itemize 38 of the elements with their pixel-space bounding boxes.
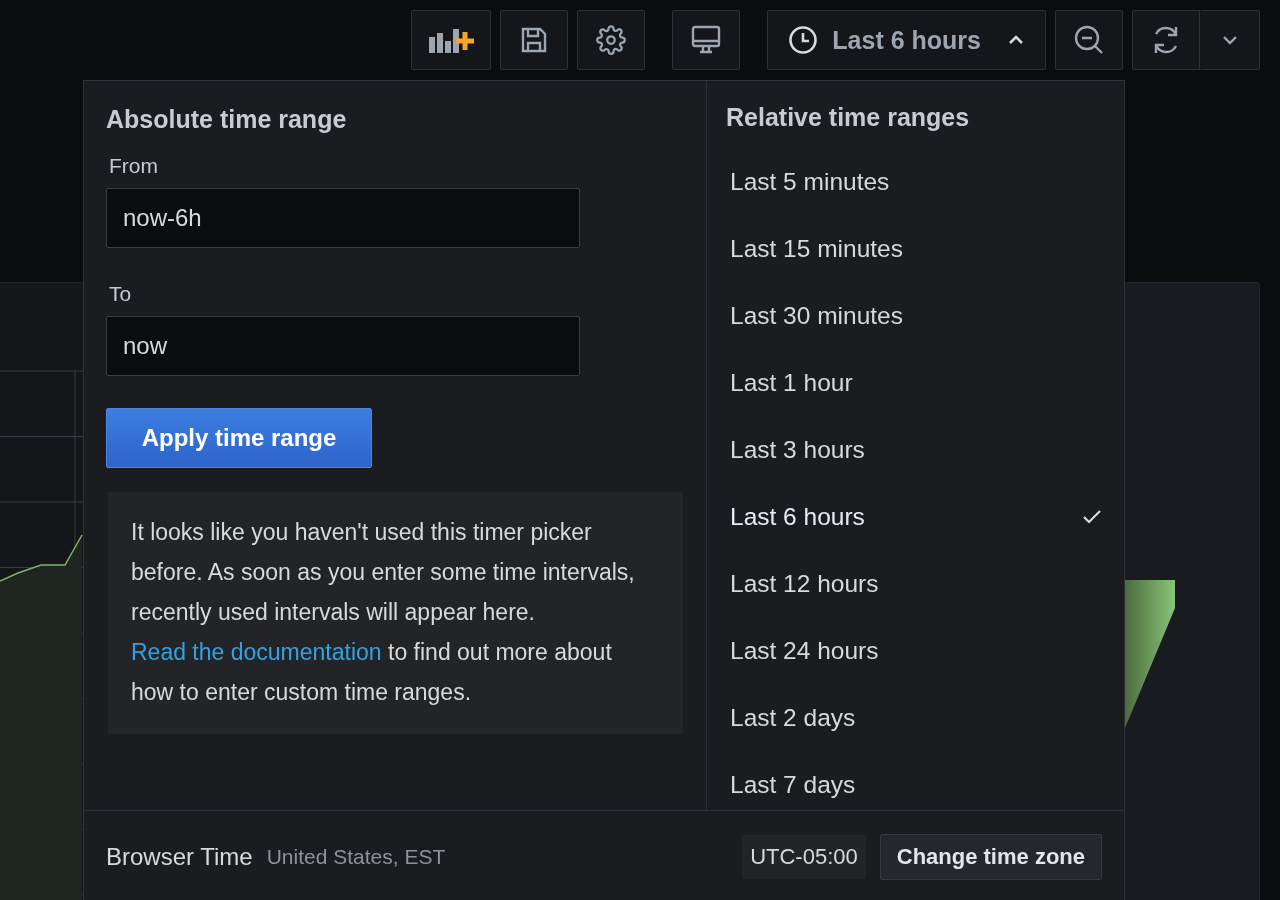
refresh-button[interactable] bbox=[1132, 10, 1200, 70]
time-range-option[interactable]: Last 24 hours bbox=[707, 617, 1124, 684]
bar-chart-plus-icon bbox=[427, 27, 476, 53]
time-range-option[interactable]: Last 7 days bbox=[707, 751, 1124, 818]
documentation-link[interactable]: Read the documentation bbox=[131, 639, 382, 665]
time-zone-title: Browser Time bbox=[106, 843, 253, 871]
time-zone-location: United States, EST bbox=[266, 845, 446, 869]
input-field[interactable]: now-6h bbox=[106, 188, 580, 248]
info-text: Read the documentation to find out more about how to enter custom time ranges. bbox=[131, 638, 613, 707]
settings-button[interactable] bbox=[577, 10, 646, 70]
checkmark-icon bbox=[1082, 508, 1102, 525]
time-range-option[interactable]: Last 5 minutes bbox=[707, 148, 1124, 215]
chevron-down-icon bbox=[1220, 34, 1239, 46]
zoom-out-icon bbox=[1073, 24, 1105, 56]
field-label: From bbox=[109, 154, 158, 178]
input-field[interactable]: now bbox=[106, 316, 580, 376]
time-range-option[interactable]: Last 2 days bbox=[707, 684, 1124, 751]
clock-icon bbox=[788, 25, 819, 55]
monitor-icon bbox=[690, 24, 723, 56]
tv-mode-button[interactable] bbox=[672, 10, 741, 70]
time-range-option[interactable]: Last 12 hours bbox=[707, 550, 1124, 617]
field-label: To bbox=[109, 282, 132, 306]
add-panel-button[interactable] bbox=[411, 10, 492, 70]
change-time-zone-button[interactable]: Change time zone bbox=[879, 834, 1102, 880]
settings-icon bbox=[596, 25, 627, 55]
time-range-option[interactable]: Last 30 minutes bbox=[707, 282, 1124, 349]
time-range-option[interactable]: Last 6 hours bbox=[707, 483, 1124, 550]
info-text: It looks like you haven't used this timer picker before. As soon as you enter some time intervals, recently used intervals will appear here. bbox=[131, 518, 636, 627]
utc-offset-badge: UTC-05:00 bbox=[742, 835, 866, 879]
section-title: Relative time ranges bbox=[725, 102, 971, 133]
time-range-option[interactable]: Last 15 minutes bbox=[707, 215, 1124, 282]
time-range-button[interactable]: Last 6 hours bbox=[767, 10, 1046, 70]
time-range-option[interactable]: Last 3 hours bbox=[707, 416, 1124, 483]
section-title: Absolute time range bbox=[106, 104, 348, 135]
apply-time-range-button[interactable]: Apply time range bbox=[106, 408, 372, 468]
time-range-option[interactable]: Last 1 hour bbox=[707, 349, 1124, 416]
zoom-out-button[interactable] bbox=[1055, 10, 1123, 70]
save-button[interactable] bbox=[500, 10, 569, 70]
